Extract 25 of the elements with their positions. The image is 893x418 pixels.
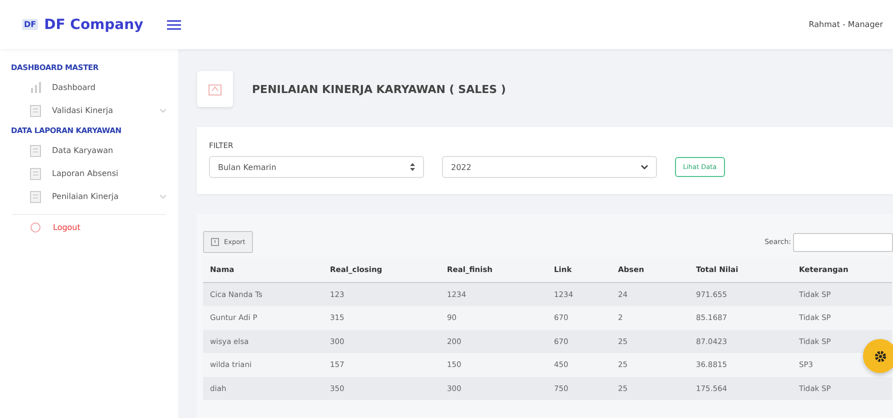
power-icon [30, 222, 41, 232]
sidebar-item[interactable]: Data Karyawan [0, 139, 178, 162]
page-title: PENILAIAN KINERJA KARYAWAN ( SALES ) [252, 82, 506, 96]
company-name: DF Company [44, 16, 144, 32]
company-logo: DF [22, 19, 38, 30]
year-select[interactable]: 2022 [442, 156, 657, 178]
document-icon [30, 144, 41, 156]
settings-icon [874, 350, 886, 362]
chevron-icon [641, 164, 648, 170]
bar-chart-icon [30, 82, 42, 93]
page-icon [197, 71, 233, 107]
sidebar-item[interactable]: Laporan Absensi [0, 162, 178, 185]
sidebar-item[interactable]: Penilaian Kinerja [0, 185, 178, 208]
sort-caret-icon [410, 163, 415, 171]
menu-icon[interactable] [167, 20, 182, 30]
document-icon [30, 104, 41, 116]
search-field[interactable] [793, 232, 893, 252]
download-icon [211, 238, 219, 246]
logout-link[interactable]: Logout [12, 214, 166, 239]
period-select[interactable]: Bulan Kemarin [209, 156, 424, 178]
sidebar-item[interactable]: Dashboard [0, 76, 178, 99]
document-icon [30, 168, 41, 180]
sidebar-item[interactable]: Validasi Kinerja [0, 99, 178, 122]
user-name[interactable]: Rahmat - Manager [808, 20, 893, 29]
document-icon [30, 190, 41, 202]
